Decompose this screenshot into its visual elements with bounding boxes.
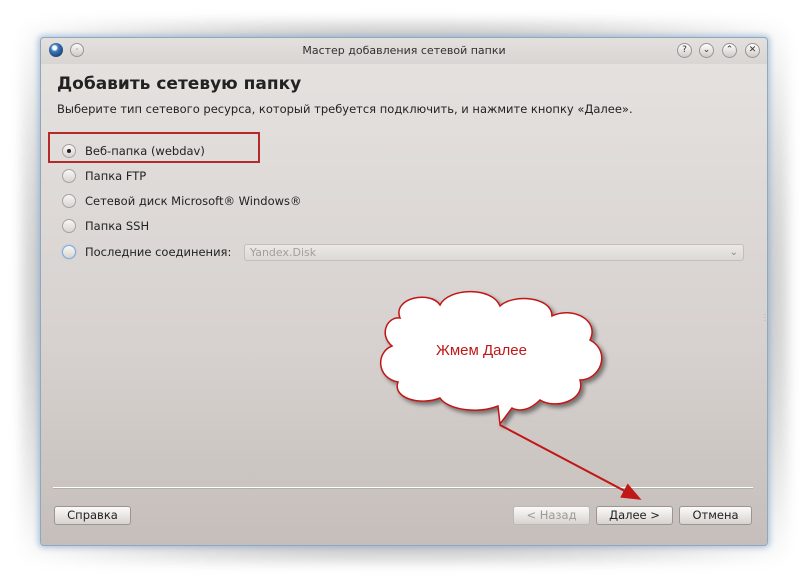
- button-separator: [53, 487, 753, 489]
- radio-recent[interactable]: [62, 245, 76, 259]
- option-ssh[interactable]: Папка SSH: [62, 216, 149, 236]
- page-subtitle: Выберите тип сетевого ресурса, который т…: [57, 102, 633, 116]
- wizard-content: Добавить сетевую папку Выберите тип сете…: [41, 64, 767, 545]
- option-recent[interactable]: Последние соединения:: [62, 242, 231, 262]
- option-ssh-label: Папка SSH: [85, 219, 150, 233]
- chevron-down-icon: ⌄: [729, 247, 738, 258]
- page-title: Добавить сетевую папку: [57, 74, 302, 94]
- resize-grip-icon[interactable]: · · ·: [764, 313, 767, 325]
- wizard-window: · Мастер добавления сетевой папки ? ⌄ ⌃ …: [40, 37, 768, 546]
- help-title-icon[interactable]: ?: [677, 43, 692, 58]
- radio-ftp[interactable]: [62, 169, 76, 183]
- close-icon[interactable]: ✕: [745, 43, 760, 58]
- radio-windows-share[interactable]: [62, 194, 76, 208]
- maximize-icon[interactable]: ⌃: [722, 43, 737, 58]
- window-title: Мастер добавления сетевой папки: [302, 44, 506, 57]
- option-windows-share-label: Сетевой диск Microsoft® Windows®: [85, 194, 302, 208]
- option-windows-share[interactable]: Сетевой диск Microsoft® Windows®: [62, 191, 302, 211]
- radio-webdav[interactable]: [62, 144, 76, 158]
- option-ftp[interactable]: Папка FTP: [62, 166, 146, 186]
- radio-ssh[interactable]: [62, 219, 76, 233]
- callout-text: Жмем Далее: [436, 342, 527, 359]
- option-recent-label: Последние соединения:: [85, 245, 232, 259]
- back-button[interactable]: < Назад: [513, 506, 590, 525]
- minimize-icon[interactable]: ⌄: [699, 43, 714, 58]
- option-webdav-label: Веб-папка (webdav): [85, 144, 205, 158]
- recent-connections-select[interactable]: Yandex.Disk ⌄: [244, 244, 744, 261]
- option-webdav[interactable]: Веб-папка (webdav): [62, 141, 205, 161]
- recent-connections-value: Yandex.Disk: [250, 246, 317, 259]
- cancel-button[interactable]: Отмена: [679, 506, 752, 525]
- help-button[interactable]: Справка: [54, 506, 131, 525]
- next-button[interactable]: Далее >: [596, 506, 673, 525]
- option-ftp-label: Папка FTP: [85, 169, 147, 183]
- title-bar[interactable]: · Мастер добавления сетевой папки ? ⌄ ⌃ …: [41, 38, 767, 64]
